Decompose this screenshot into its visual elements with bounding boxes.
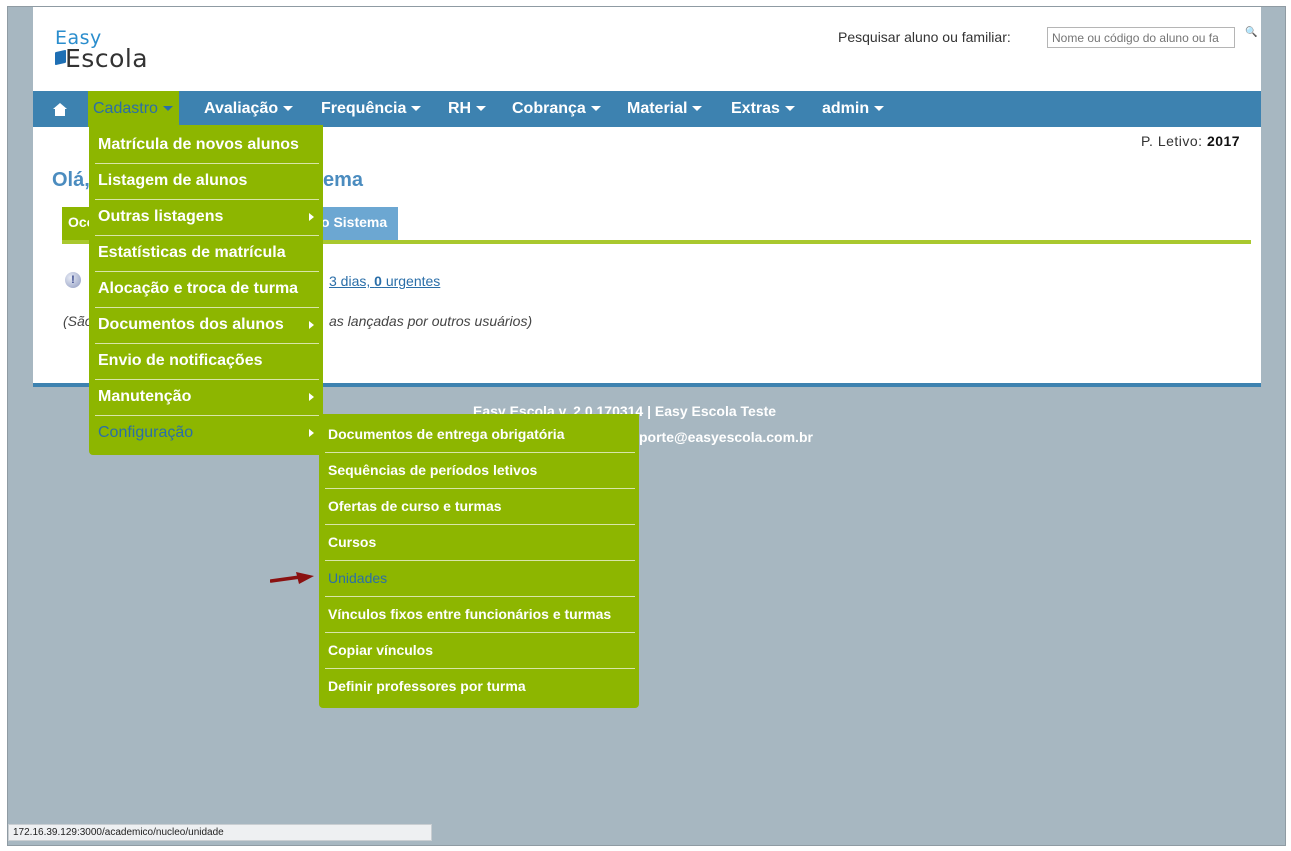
chevron-down-icon <box>784 106 795 112</box>
submenu-item-cursos[interactable]: Cursos <box>319 524 639 560</box>
nav-avaliacao-label: Avaliação <box>204 100 279 117</box>
submenu-item-documentos-entrega[interactable]: Documentos de entrega obrigatória <box>319 416 639 452</box>
submenu-item-copiar-vinculos[interactable]: Copiar vínculos <box>319 632 639 668</box>
chevron-down-icon <box>692 106 703 112</box>
menu-item-documentos-alunos[interactable]: Documentos dos alunos <box>89 307 323 343</box>
menu-item-label: Matrícula de novos alunos <box>98 136 299 153</box>
menu-item-outras-listagens[interactable]: Outras listagens <box>89 199 323 235</box>
submenu-item-label: Unidades <box>328 570 388 586</box>
submenu-item-label: Vínculos fixos entre funcionários e turm… <box>328 606 612 622</box>
chevron-down-icon <box>162 106 173 112</box>
nav-admin[interactable]: admin <box>822 91 885 127</box>
menu-item-label: Manutenção <box>98 388 192 405</box>
nav-frequencia[interactable]: Frequência <box>321 91 422 127</box>
periodo-letivo: P. Letivo: 2017 <box>1141 133 1240 149</box>
greeting-heading-end: ema <box>323 169 364 191</box>
menu-item-listagem-alunos[interactable]: Listagem de alunos <box>89 163 323 199</box>
ocorrencias-days: 3 dias, <box>329 273 375 289</box>
chevron-right-icon <box>309 429 314 437</box>
menu-item-estatisticas[interactable]: Estatísticas de matrícula <box>89 235 323 271</box>
cadastro-dropdown: Matrícula de novos alunos Listagem de al… <box>89 125 323 455</box>
chevron-down-icon <box>283 106 294 112</box>
urgent-count: 0 <box>374 273 382 289</box>
menu-item-notificacoes[interactable]: Envio de notificações <box>89 343 323 379</box>
tab-ocorrencias-label: Oco <box>68 214 90 230</box>
nav-extras[interactable]: Extras <box>731 91 795 127</box>
ocorrencias-note: as lançadas por outros usuários) <box>329 313 533 329</box>
menu-item-label: Alocação e troca de turma <box>98 280 299 297</box>
search-icon[interactable]: 🔍 <box>1245 27 1257 38</box>
search-label: Pesquisar aluno ou familiar: <box>838 29 1011 45</box>
nav-cobranca[interactable]: Cobrança <box>512 91 601 127</box>
chevron-down-icon <box>411 106 422 112</box>
nav-frequencia-label: Frequência <box>321 100 407 117</box>
ocorrencias-link[interactable]: 3 dias, 0 urgentes <box>329 273 440 289</box>
home-button[interactable] <box>41 91 79 127</box>
greeting-heading: Olá, <box>52 169 90 191</box>
footer-school-name: Easy Escola Teste <box>654 403 777 419</box>
chevron-down-icon <box>476 106 487 112</box>
submenu-item-label: Definir professores por turma <box>328 678 526 694</box>
submenu-item-label: Sequências de períodos letivos <box>328 462 538 478</box>
submenu-item-label: Ofertas de curso e turmas <box>328 498 502 514</box>
configuracao-submenu: Documentos de entrega obrigatória Sequên… <box>319 414 639 708</box>
urgent-label: urgentes <box>381 273 441 289</box>
nav-material[interactable]: Material <box>627 91 703 127</box>
submenu-item-ofertas[interactable]: Ofertas de curso e turmas <box>319 488 639 524</box>
footer-email[interactable]: porte@easyescola.com.br <box>639 429 813 445</box>
menu-item-alocacao[interactable]: Alocação e troca de turma <box>89 271 323 307</box>
annotation-arrow-icon <box>270 572 314 584</box>
menu-item-label: Listagem de alunos <box>98 172 248 189</box>
submenu-item-unidades[interactable]: Unidades <box>319 560 639 596</box>
nav-cobranca-label: Cobrança <box>512 100 586 117</box>
menu-item-configuracao[interactable]: Configuração <box>89 415 323 451</box>
submenu-item-vinculos-fixos[interactable]: Vínculos fixos entre funcionários e turm… <box>319 596 639 632</box>
tab-ocorrencias[interactable]: Oco <box>62 207 90 241</box>
menu-item-label: Outras listagens <box>98 208 224 225</box>
search-input[interactable] <box>1047 27 1235 48</box>
nav-extras-label: Extras <box>731 100 780 117</box>
nav-cadastro[interactable]: Cadastro <box>88 91 179 127</box>
tab-sistema-label: o Sistema <box>321 214 388 230</box>
logo-escola-text: Escola <box>65 44 149 73</box>
submenu-item-label: Documentos de entrega obrigatória <box>328 426 565 442</box>
home-icon <box>53 103 67 116</box>
status-bar-url: 172.16.39.129:3000/academico/nucleo/unid… <box>8 824 432 841</box>
menu-item-label: Envio de notificações <box>98 352 263 369</box>
submenu-item-definir-professores[interactable]: Definir professores por turma <box>319 668 639 704</box>
submenu-item-label: Cursos <box>328 534 377 550</box>
tab-sistema[interactable]: o Sistema <box>321 207 398 241</box>
browser-viewport: Easy Escola Pesquisar aluno ou familiar:… <box>7 6 1286 846</box>
chevron-down-icon <box>590 106 601 112</box>
menu-item-matricula[interactable]: Matrícula de novos alunos <box>89 127 323 163</box>
submenu-item-label: Copiar vínculos <box>328 642 434 658</box>
nav-rh-label: RH <box>448 100 472 117</box>
chevron-right-icon <box>309 321 314 329</box>
info-icon: ! <box>65 272 81 288</box>
menu-item-label: Configuração <box>98 424 194 441</box>
menu-item-manutencao[interactable]: Manutenção <box>89 379 323 415</box>
nav-rh[interactable]: RH <box>448 91 487 127</box>
chevron-down-icon <box>874 106 885 112</box>
periodo-value: 2017 <box>1206 133 1241 149</box>
nav-admin-label: admin <box>822 100 870 117</box>
nav-cadastro-label: Cadastro <box>93 100 158 117</box>
chevron-right-icon <box>309 393 314 401</box>
nav-material-label: Material <box>627 100 688 117</box>
menu-item-label: Documentos dos alunos <box>98 316 284 333</box>
main-navbar: Cadastro Avaliação Frequência RH Cobranç… <box>33 91 1261 127</box>
nav-avaliacao[interactable]: Avaliação <box>204 91 294 127</box>
periodo-label: P. Letivo: <box>1141 133 1203 149</box>
menu-item-label: Estatísticas de matrícula <box>98 244 286 261</box>
submenu-item-sequencias[interactable]: Sequências de períodos letivos <box>319 452 639 488</box>
chevron-right-icon <box>309 213 314 221</box>
